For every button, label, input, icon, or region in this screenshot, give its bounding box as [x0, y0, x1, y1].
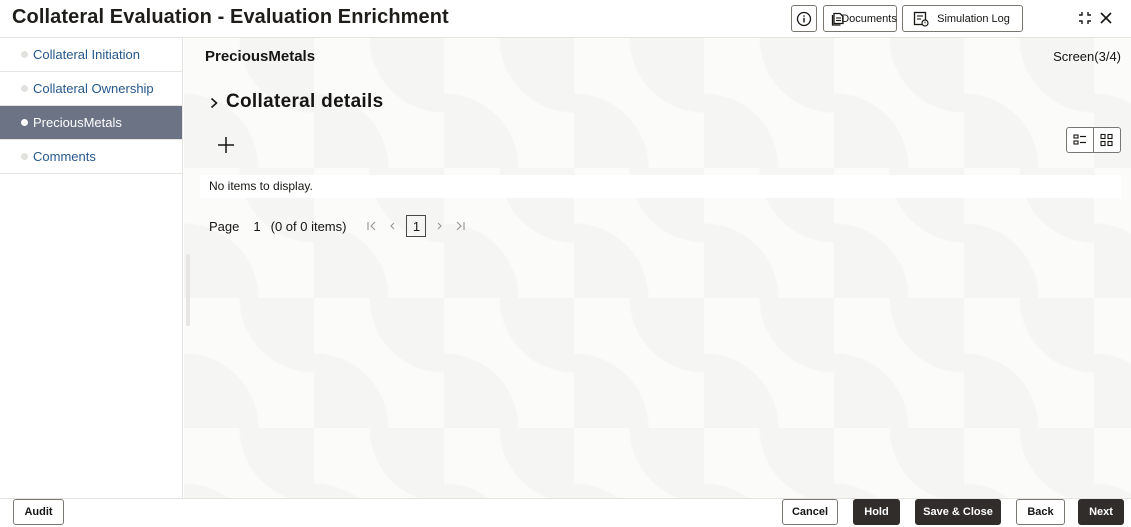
last-page-icon[interactable]: [450, 218, 470, 234]
grid-view-button[interactable]: [1093, 128, 1120, 152]
empty-table-message: No items to display.: [200, 175, 1121, 198]
sidebar-nav: Collateral Initiation Collateral Ownersh…: [0, 38, 183, 498]
action-footer: Audit Cancel Hold Save & Close Back Next: [0, 498, 1131, 527]
app-header: Collateral Evaluation - Evaluation Enric…: [0, 0, 1131, 38]
page-title: Collateral Evaluation - Evaluation Enric…: [12, 6, 449, 28]
sidebar-item-label: PreciousMetals: [33, 115, 122, 130]
resize-handle[interactable]: [186, 254, 190, 326]
simulation-log-button[interactable]: Simulation Log: [902, 5, 1023, 32]
documents-button[interactable]: Documents: [823, 5, 897, 32]
step-dot-icon: [21, 119, 28, 126]
screen-counter: Screen(3/4): [1053, 49, 1121, 64]
simulation-log-label: Simulation Log: [937, 12, 1010, 25]
section-title: PreciousMetals: [205, 48, 316, 65]
page-number: 1: [253, 218, 261, 234]
add-icon[interactable]: [216, 135, 236, 155]
close-icon[interactable]: [1097, 9, 1115, 27]
step-dot-icon: [21, 85, 28, 92]
current-page-button[interactable]: 1: [406, 215, 427, 237]
save-close-button[interactable]: Save & Close: [915, 499, 1001, 525]
cancel-button[interactable]: Cancel: [782, 499, 838, 525]
main-content: PreciousMetals Screen(3/4) Collateral de…: [184, 38, 1131, 498]
restore-window-icon[interactable]: [1076, 9, 1094, 27]
sidebar-item-collateral-initiation[interactable]: Collateral Initiation: [0, 38, 182, 72]
document-icon: [831, 12, 844, 26]
info-button[interactable]: [791, 5, 817, 32]
collateral-details-heading[interactable]: Collateral details: [226, 91, 383, 113]
grid-view-icon: [1100, 133, 1113, 147]
next-page-icon[interactable]: [430, 218, 450, 234]
sidebar-item-collateral-ownership[interactable]: Collateral Ownership: [0, 72, 182, 106]
documents-label: Documents: [841, 12, 897, 25]
list-view-button[interactable]: [1067, 128, 1093, 152]
view-toggle: [1066, 127, 1121, 153]
sidebar-item-comments[interactable]: Comments: [0, 140, 182, 174]
pagination: Page 1 (0 of 0 items) 1: [209, 214, 470, 238]
previous-page-icon[interactable]: [382, 218, 402, 234]
audit-button[interactable]: Audit: [13, 499, 64, 525]
info-icon: [796, 11, 812, 26]
sidebar-item-label: Collateral Ownership: [33, 81, 154, 96]
step-dot-icon: [21, 51, 28, 58]
sidebar-item-label: Comments: [33, 149, 96, 164]
page-label: Page: [209, 218, 240, 234]
hold-button[interactable]: Hold: [853, 499, 900, 525]
sidebar-item-precious-metals[interactable]: PreciousMetals: [0, 106, 182, 140]
back-button[interactable]: Back: [1016, 499, 1065, 525]
list-view-icon: [1073, 134, 1087, 145]
sidebar-item-label: Collateral Initiation: [33, 47, 140, 62]
log-icon: [913, 11, 929, 27]
step-dot-icon: [21, 153, 28, 160]
items-count: (0 of 0 items): [270, 218, 347, 234]
chevron-right-icon[interactable]: [209, 97, 219, 109]
first-page-icon[interactable]: [362, 218, 382, 234]
next-button[interactable]: Next: [1078, 499, 1124, 525]
